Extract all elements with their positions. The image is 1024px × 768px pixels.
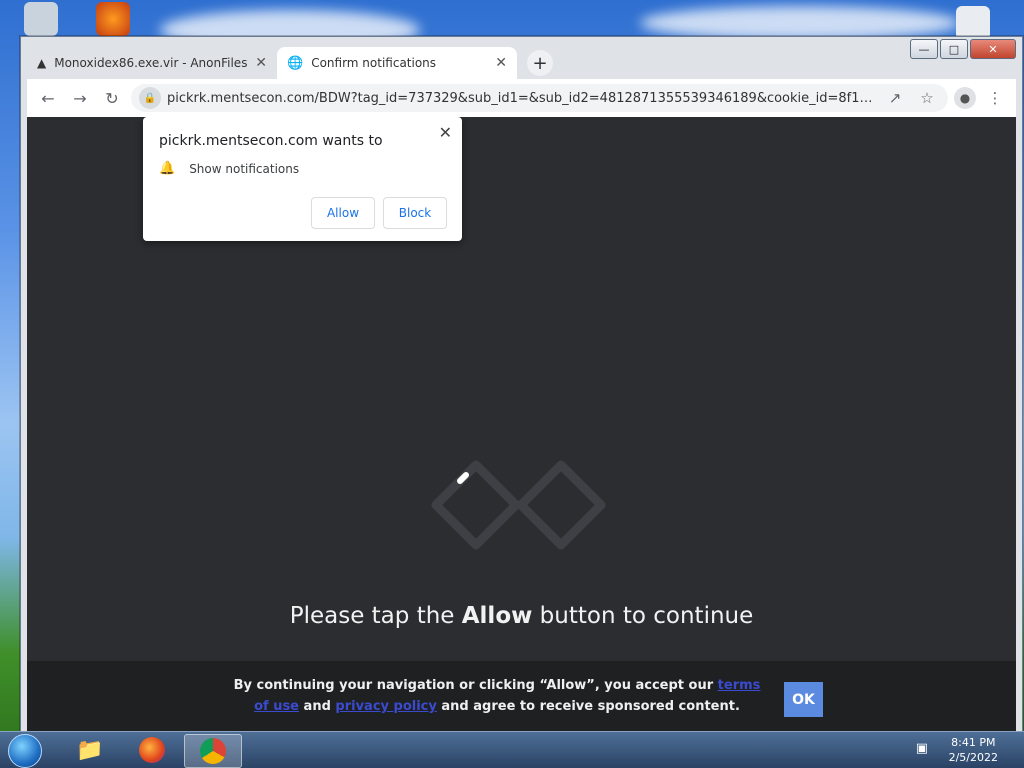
close-tab-icon[interactable]: ✕ bbox=[255, 55, 267, 71]
network-tray-icon[interactable]: ▣ bbox=[916, 741, 928, 756]
globe-icon: 🌐 bbox=[287, 55, 304, 71]
ok-button[interactable]: OK bbox=[784, 682, 823, 717]
permission-title: pickrk.mentsecon.com wants to bbox=[159, 133, 383, 149]
taskbar: 📁 ▣ 8:41 PM 2/5/2022 bbox=[0, 731, 1024, 768]
file-desktop-icon[interactable] bbox=[956, 6, 990, 40]
back-button[interactable]: ← bbox=[35, 85, 61, 111]
permission-row: 🔔 Show notifications bbox=[159, 161, 299, 176]
lock-icon[interactable]: 🔒 bbox=[139, 87, 161, 109]
cloud bbox=[640, 6, 960, 40]
menu-kebab-icon[interactable]: ⋮ bbox=[982, 85, 1008, 111]
explorer-taskbar-button[interactable]: 📁 bbox=[62, 734, 118, 766]
close-popup-icon[interactable]: ✕ bbox=[439, 123, 452, 142]
bookmark-star-icon[interactable]: ☆ bbox=[914, 85, 940, 111]
start-button[interactable] bbox=[8, 734, 42, 768]
forward-button[interactable]: → bbox=[67, 85, 93, 111]
consent-part2: and bbox=[299, 699, 336, 714]
block-button[interactable]: Block bbox=[383, 197, 447, 229]
loading-logo-icon bbox=[431, 460, 606, 550]
notification-permission-popup: pickrk.mentsecon.com wants to ✕ 🔔 Show n… bbox=[143, 117, 462, 241]
chrome-taskbar-button[interactable] bbox=[184, 734, 242, 768]
firefox-icon bbox=[139, 737, 165, 763]
system-clock[interactable]: 8:41 PM 2/5/2022 bbox=[949, 735, 998, 765]
close-window-button[interactable]: ✕ bbox=[970, 39, 1016, 59]
address-bar[interactable]: 🔒 pickrk.mentsecon.com/BDW?tag_id=737329… bbox=[131, 84, 948, 112]
profile-avatar[interactable]: ● bbox=[954, 87, 976, 109]
consent-bar: By continuing your navigation or clickin… bbox=[27, 661, 1016, 733]
cta-prefix: Please tap the bbox=[289, 603, 462, 629]
recycle-bin-icon[interactable] bbox=[24, 2, 58, 36]
reload-button[interactable]: ↻ bbox=[99, 85, 125, 111]
new-tab-button[interactable]: + bbox=[527, 50, 553, 76]
browser-window: — □ ✕ ▲ Monoxidex86.exe.vir - AnonFiles … bbox=[20, 36, 1023, 734]
maximize-button[interactable]: □ bbox=[940, 39, 968, 59]
firefox-taskbar-button[interactable] bbox=[124, 734, 180, 766]
window-controls: — □ ✕ bbox=[910, 39, 1016, 59]
cta-suffix: button to continue bbox=[532, 603, 754, 629]
chrome-icon bbox=[200, 738, 226, 764]
permission-label: Show notifications bbox=[189, 161, 300, 176]
url-text[interactable]: pickrk.mentsecon.com/BDW?tag_id=737329&s… bbox=[167, 91, 876, 106]
consent-part1: By continuing your navigation or clickin… bbox=[233, 678, 718, 693]
tab-title: Confirm notifications bbox=[311, 56, 437, 70]
share-icon[interactable]: ↗ bbox=[882, 85, 908, 111]
anonfiles-icon: ▲ bbox=[37, 56, 47, 70]
tab-strip: ▲ Monoxidex86.exe.vir - AnonFiles ✕ 🌐 Co… bbox=[27, 45, 922, 79]
firefox-desktop-icon[interactable] bbox=[96, 2, 130, 36]
close-tab-icon[interactable]: ✕ bbox=[495, 55, 507, 71]
page-content: pickrk.mentsecon.com wants to ✕ 🔔 Show n… bbox=[27, 117, 1016, 733]
browser-toolbar: ← → ↻ 🔒 pickrk.mentsecon.com/BDW?tag_id=… bbox=[27, 79, 1016, 117]
consent-part3: and agree to receive sponsored content. bbox=[436, 699, 740, 714]
clock-date: 2/5/2022 bbox=[948, 751, 998, 764]
consent-text: By continuing your navigation or clickin… bbox=[227, 675, 767, 717]
clock-time: 8:41 PM bbox=[951, 736, 996, 749]
cta-bold: Allow bbox=[461, 603, 533, 629]
privacy-link[interactable]: privacy policy bbox=[335, 699, 436, 714]
folder-icon: 📁 bbox=[76, 737, 104, 763]
allow-button[interactable]: Allow bbox=[311, 197, 375, 229]
bell-icon: 🔔 bbox=[159, 161, 176, 176]
tab-title: Monoxidex86.exe.vir - AnonFiles bbox=[54, 56, 248, 70]
tab-confirm-notifications[interactable]: 🌐 Confirm notifications ✕ bbox=[277, 47, 517, 79]
tab-anonfiles[interactable]: ▲ Monoxidex86.exe.vir - AnonFiles ✕ bbox=[27, 47, 277, 79]
cta-message: Please tap the Allow button to continue bbox=[27, 603, 1016, 629]
